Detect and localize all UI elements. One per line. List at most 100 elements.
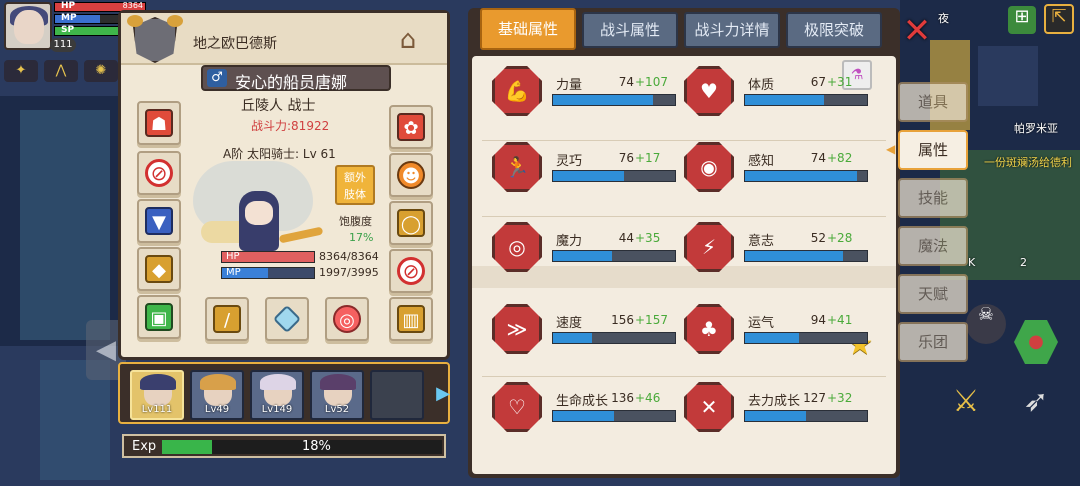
male-gender-icon: ♂ xyxy=(207,69,227,87)
attribute-bonus-value: +46 xyxy=(635,391,661,405)
equip-slot-empty[interactable]: ⊘ xyxy=(137,151,181,195)
buff-icon[interactable]: ⋀ xyxy=(44,60,78,82)
attribute-bar xyxy=(744,410,868,422)
hanger-icon[interactable]: ⌂ xyxy=(383,25,433,55)
buff-icon[interactable]: ✺ xyxy=(84,60,118,82)
attribute-base-value: 67 xyxy=(810,75,826,89)
side-tab[interactable]: 魔法 xyxy=(898,226,968,266)
attribute-bonus-value: +31 xyxy=(827,75,853,89)
blade-icon xyxy=(272,304,302,334)
party-next-arrow-icon[interactable]: ▶ xyxy=(436,382,450,406)
exit-icon[interactable]: ⇱ xyxy=(1044,4,1074,34)
character-hp-value: 8364/8364 xyxy=(319,250,379,263)
hud-bar-label: MP xyxy=(61,13,77,23)
satiety-value: 17% xyxy=(349,231,374,244)
attribute-bonus-value: +32 xyxy=(827,391,853,405)
party-member-slot[interactable] xyxy=(370,370,424,420)
side-tab[interactable]: 天赋 xyxy=(898,274,968,314)
equip-slot-cape[interactable]: ▼ xyxy=(137,199,181,243)
attribute-tab[interactable]: 战斗力详情 xyxy=(684,12,780,48)
skull-icon[interactable]: ☠ xyxy=(966,304,1006,344)
equip-slot-lollipop[interactable]: ◎ xyxy=(325,297,369,341)
close-icon[interactable]: ✕ xyxy=(900,14,934,48)
attribute-tab[interactable]: 基础属性 xyxy=(480,8,576,50)
pumpkin-icon: ☻ xyxy=(397,161,425,189)
map-count-two: 2 xyxy=(1020,256,1027,269)
attribute-tab[interactable]: 战斗属性 xyxy=(582,12,678,48)
equip-slot-ring[interactable]: ◯ xyxy=(389,201,433,245)
hud-bar-value: 8364 xyxy=(122,1,143,10)
extra-limbs-button[interactable]: 额外 肢体 xyxy=(335,165,375,205)
attributes-panel: 基础属性 战斗属性 战斗力详情 极限突破 ⚗ ★ 💪 力量 74 +107 ♥ 体质 67 +31 🏃… xyxy=(468,8,900,478)
side-tab[interactable]: 道具 xyxy=(898,82,968,122)
attribute-bar xyxy=(744,94,868,106)
will-icon: ⚡ xyxy=(684,222,734,272)
attribute-name: 力量 xyxy=(556,78,583,93)
attribute-bar xyxy=(552,250,676,262)
character-mp-bar: MP xyxy=(221,267,315,279)
attributes-body: ⚗ ★ 💪 力量 74 +107 ♥ 体质 67 +31 🏃 灵巧 76 +17 ◉ 感知 74 +82 ◎ 魔力… xyxy=(472,56,896,474)
attribute-bar xyxy=(744,170,868,182)
exp-percent: 18% xyxy=(302,439,331,454)
amulet-icon: ✿ xyxy=(397,113,425,141)
side-tab-pointer-icon: ◀ xyxy=(886,142,896,156)
extra-limbs-label: 额外 xyxy=(344,171,366,184)
arm-icon: 💪 xyxy=(492,66,542,116)
attribute-bar xyxy=(552,332,676,344)
network-icon[interactable]: ⊞ xyxy=(1008,6,1036,34)
attribute-bonus-value: +17 xyxy=(635,151,661,165)
character-hp-bar: HP xyxy=(221,251,315,263)
party-strip: Lv111 Lv49 Lv149 Lv52 ▶ xyxy=(118,362,450,424)
equip-slot-chest[interactable]: ▥ xyxy=(389,297,433,341)
life-growth-icon: ♡ xyxy=(492,382,542,432)
character-mp-value: 1997/3995 xyxy=(319,266,379,279)
hud-buff-icons: ✦ ⋀ ✺ xyxy=(4,60,118,82)
equip-slot-armor[interactable]: ◆ xyxy=(137,247,181,291)
exp-label: Exp xyxy=(132,439,157,454)
attribute-name: 运气 xyxy=(748,316,775,331)
player-avatar[interactable] xyxy=(4,2,52,50)
body-icon: ♥ xyxy=(684,66,734,116)
attribute-base-value: 76 xyxy=(618,151,634,165)
attribute-bar xyxy=(552,94,676,106)
character-name-bar[interactable]: ♂ 安心的船员唐娜 xyxy=(201,65,391,92)
party-member-slot[interactable]: Lv49 xyxy=(190,370,244,420)
party-member-slot[interactable]: Lv52 xyxy=(310,370,364,420)
buff-icon[interactable]: ✦ xyxy=(4,60,38,82)
party-member-slot[interactable]: Lv111 xyxy=(130,370,184,420)
attribute-bar xyxy=(744,250,868,262)
map-quest-label: 一份斑斓汤给德利 xyxy=(984,156,1072,169)
party-member-level: Lv49 xyxy=(204,404,230,415)
attribute-base-value: 44 xyxy=(618,231,634,245)
character-panel: 地之欧巴德斯 ⌂ ♂ 安心的船员唐娜 丘陵人 战士 战斗力:81922 A阶 太… xyxy=(118,10,450,360)
attribute-base-value: 136 xyxy=(611,391,634,405)
attribute-bar xyxy=(744,332,868,344)
attribute-base-value: 74 xyxy=(618,75,634,89)
bow-icon[interactable]: ➶ xyxy=(1014,384,1058,428)
emblem-wing-right xyxy=(167,15,183,27)
sword-attack-icon[interactable]: ⚔ xyxy=(944,384,988,428)
equip-slot-amulet[interactable]: ✿ xyxy=(389,105,433,149)
staff-icon: / xyxy=(213,305,241,333)
attribute-base-value: 52 xyxy=(810,231,826,245)
attribute-name: 体质 xyxy=(748,78,775,93)
equip-slot-pumpkin[interactable]: ☻ xyxy=(389,153,433,197)
side-tab[interactable]: 乐团 xyxy=(898,322,968,362)
cape-icon: ▼ xyxy=(145,207,173,235)
equip-slot-dagger[interactable] xyxy=(265,297,309,341)
side-tab[interactable]: 技能 xyxy=(898,178,968,218)
equip-slot-staff[interactable]: / xyxy=(205,297,249,341)
character-sprite xyxy=(193,161,331,265)
equip-slot-helmet[interactable]: ☗ xyxy=(137,101,181,145)
satiety-label: 饱腹度 xyxy=(339,215,372,228)
side-tab[interactable]: 属性 xyxy=(898,130,968,170)
equip-slot-empty-2[interactable]: ⊘ xyxy=(389,249,433,293)
attribute-tab[interactable]: 极限突破 xyxy=(786,12,882,48)
ring-icon: ◯ xyxy=(397,209,425,237)
attribute-base-value: 74 xyxy=(810,151,826,165)
world-name: 地之欧巴德斯 xyxy=(193,36,277,52)
attribute-base-value: 127 xyxy=(803,391,826,405)
party-member-slot[interactable]: Lv149 xyxy=(250,370,304,420)
hud-bar-label: HP xyxy=(61,1,76,11)
equip-slot-gadget[interactable]: ▣ xyxy=(137,295,181,339)
